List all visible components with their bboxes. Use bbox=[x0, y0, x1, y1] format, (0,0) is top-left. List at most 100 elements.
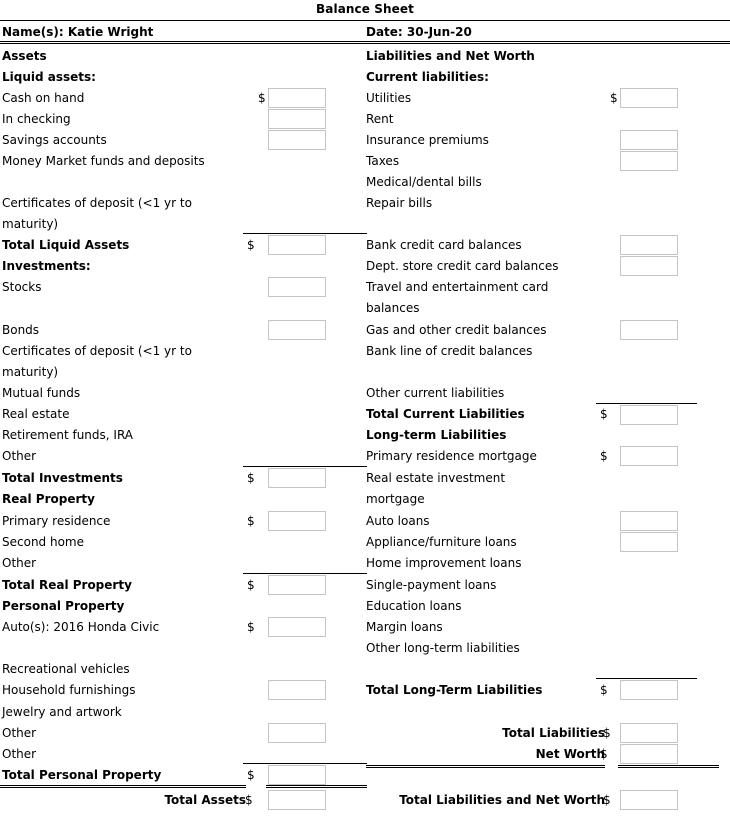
row-label-real-estate: Real estate bbox=[2, 407, 70, 421]
dollar-sign-total-liabilities-and-net-worth: $ bbox=[603, 793, 611, 807]
dollar-sign-primary-residence: $ bbox=[247, 514, 255, 528]
dollar-sign-primary-residence-mortgage: $ bbox=[600, 449, 608, 463]
input-total-longterm-liabilities[interactable] bbox=[620, 680, 678, 700]
input-total-liquid-assets[interactable] bbox=[268, 235, 326, 255]
row-label-insurance-premiums: Insurance premiums bbox=[366, 133, 489, 147]
dollar-sign-total-assets: $ bbox=[245, 793, 253, 807]
liquid-assets-heading: Liquid assets: bbox=[2, 70, 96, 84]
input-total-current-liabilities[interactable] bbox=[620, 405, 678, 425]
investments-heading: Investments: bbox=[2, 259, 91, 273]
total-investments-label: Total Investments bbox=[2, 471, 123, 485]
total-assets-label: Total Assets bbox=[164, 793, 246, 807]
dollar-sign-total-longterm-liabilities: $ bbox=[600, 683, 608, 697]
row-label-jewelry-artwork: Jewelry and artwork bbox=[2, 705, 122, 719]
row-label-investments-other: Other bbox=[2, 449, 37, 463]
title-underline bbox=[0, 20, 730, 21]
row-label-real-estate-investment-line2: mortgage bbox=[366, 492, 425, 506]
row-label-dept-store-credit-card: Dept. store credit card balances bbox=[366, 259, 559, 273]
dollar-sign-total-personal-property: $ bbox=[247, 768, 255, 782]
total-assets-double-rule-right bbox=[266, 785, 367, 788]
input-total-investments[interactable] bbox=[268, 468, 326, 488]
total-liabilities-label: Total Liabilities bbox=[502, 726, 605, 740]
row-label-repair-bills: Repair bills bbox=[366, 196, 433, 210]
input-insurance-premiums[interactable] bbox=[620, 130, 678, 150]
header-double-rule bbox=[0, 41, 730, 44]
row-label-money-market: Money Market funds and deposits bbox=[2, 154, 205, 168]
longterm-liabilities-heading: Long-term Liabilities bbox=[366, 428, 507, 442]
input-net-worth[interactable] bbox=[620, 744, 678, 764]
total-current-liabilities-rule bbox=[596, 403, 697, 404]
row-label-cd-liquid-line2: maturity) bbox=[2, 217, 59, 231]
input-appliance-furniture-loans[interactable] bbox=[620, 532, 678, 552]
page-title: Balance Sheet bbox=[316, 2, 414, 16]
total-liabilities-and-net-worth-label: Total Liabilities and Net Worth bbox=[399, 793, 605, 807]
dollar-sign-utilities: $ bbox=[610, 91, 618, 105]
dollar-sign-cash-on-hand: $ bbox=[258, 91, 266, 105]
input-bank-credit-card[interactable] bbox=[620, 235, 678, 255]
date-label: Date: 30-Jun-20 bbox=[366, 25, 472, 39]
total-investments-rule bbox=[243, 466, 367, 467]
input-dept-store-credit-card[interactable] bbox=[620, 256, 678, 276]
row-label-cd-liquid-line1: Certificates of deposit (<1 yr to bbox=[2, 196, 192, 210]
input-bonds[interactable] bbox=[268, 320, 326, 340]
input-primary-residence[interactable] bbox=[268, 511, 326, 531]
row-label-taxes: Taxes bbox=[366, 154, 400, 168]
input-savings-accounts[interactable] bbox=[268, 130, 326, 150]
row-label-other-current-liabilities: Other current liabilities bbox=[366, 386, 505, 400]
row-label-personal-other-2: Other bbox=[2, 747, 37, 761]
row-label-utilities: Utilities bbox=[366, 91, 412, 105]
input-total-personal-property[interactable] bbox=[268, 765, 326, 785]
row-label-household-furnishings: Household furnishings bbox=[2, 683, 136, 697]
input-stocks[interactable] bbox=[268, 277, 326, 297]
row-label-single-payment-loans: Single-payment loans bbox=[366, 578, 497, 592]
row-label-cd-investment-line1: Certificates of deposit (<1 yr to bbox=[2, 344, 192, 358]
dollar-sign-net-worth: $ bbox=[600, 747, 608, 761]
input-household-furnishings[interactable] bbox=[268, 680, 326, 700]
input-total-liabilities[interactable] bbox=[620, 723, 678, 743]
input-total-liabilities-and-net-worth[interactable] bbox=[620, 790, 678, 810]
input-primary-residence-mortgage[interactable] bbox=[620, 446, 678, 466]
input-other-personal-1[interactable] bbox=[268, 723, 326, 743]
input-total-assets[interactable] bbox=[268, 790, 326, 810]
row-label-second-home: Second home bbox=[2, 535, 84, 549]
row-label-travel-card-line2: balances bbox=[366, 301, 420, 315]
row-label-rent: Rent bbox=[366, 112, 394, 126]
total-personal-property-label: Total Personal Property bbox=[2, 768, 162, 782]
row-label-in-checking: In checking bbox=[2, 112, 71, 126]
input-cash-on-hand[interactable] bbox=[268, 88, 326, 108]
row-label-auto-loans: Auto loans bbox=[366, 514, 430, 528]
row-label-personal-other-1: Other bbox=[2, 726, 37, 740]
row-label-cd-investment-line2: maturity) bbox=[2, 365, 59, 379]
row-label-mutual-funds: Mutual funds bbox=[2, 386, 81, 400]
net-worth-double-rule-right bbox=[618, 765, 719, 768]
total-personal-property-rule bbox=[243, 763, 367, 764]
input-autos[interactable] bbox=[268, 617, 326, 637]
input-taxes[interactable] bbox=[620, 151, 678, 171]
liabilities-heading: Liabilities and Net Worth bbox=[366, 49, 535, 63]
row-label-cash-on-hand: Cash on hand bbox=[2, 91, 85, 105]
row-label-recreational-vehicles: Recreational vehicles bbox=[2, 662, 130, 676]
row-label-margin-loans: Margin loans bbox=[366, 620, 443, 634]
row-label-real-estate-investment-line1: Real estate investment bbox=[366, 471, 506, 485]
row-label-gas-credit-balances: Gas and other credit balances bbox=[366, 323, 547, 337]
row-label-savings-accounts: Savings accounts bbox=[2, 133, 107, 147]
names-label: Name(s): Katie Wright bbox=[2, 25, 154, 39]
input-gas-and-other-credit[interactable] bbox=[620, 320, 678, 340]
input-utilities[interactable] bbox=[620, 88, 678, 108]
row-label-appliance-furniture-loans: Appliance/furniture loans bbox=[366, 535, 517, 549]
total-current-liabilities-label: Total Current Liabilities bbox=[366, 407, 525, 421]
personal-property-heading: Personal Property bbox=[2, 599, 125, 613]
row-label-medical-dental-bills: Medical/dental bills bbox=[366, 175, 482, 189]
current-liabilities-heading: Current liabilities: bbox=[366, 70, 489, 84]
input-in-checking[interactable] bbox=[268, 109, 326, 129]
row-label-primary-residence: Primary residence bbox=[2, 514, 111, 528]
row-label-bank-credit-card: Bank credit card balances bbox=[366, 238, 522, 252]
row-label-primary-residence-mortgage: Primary residence mortgage bbox=[366, 449, 537, 463]
total-assets-double-rule-left bbox=[0, 785, 246, 788]
row-label-bonds: Bonds bbox=[2, 323, 40, 337]
input-auto-loans[interactable] bbox=[620, 511, 678, 531]
dollar-sign-autos: $ bbox=[247, 620, 255, 634]
balance-sheet-form: Balance Sheet Name(s): Katie Wright Date… bbox=[0, 0, 730, 839]
input-total-real-property[interactable] bbox=[268, 575, 326, 595]
total-longterm-liabilities-label: Total Long-Term Liabilities bbox=[366, 683, 543, 697]
